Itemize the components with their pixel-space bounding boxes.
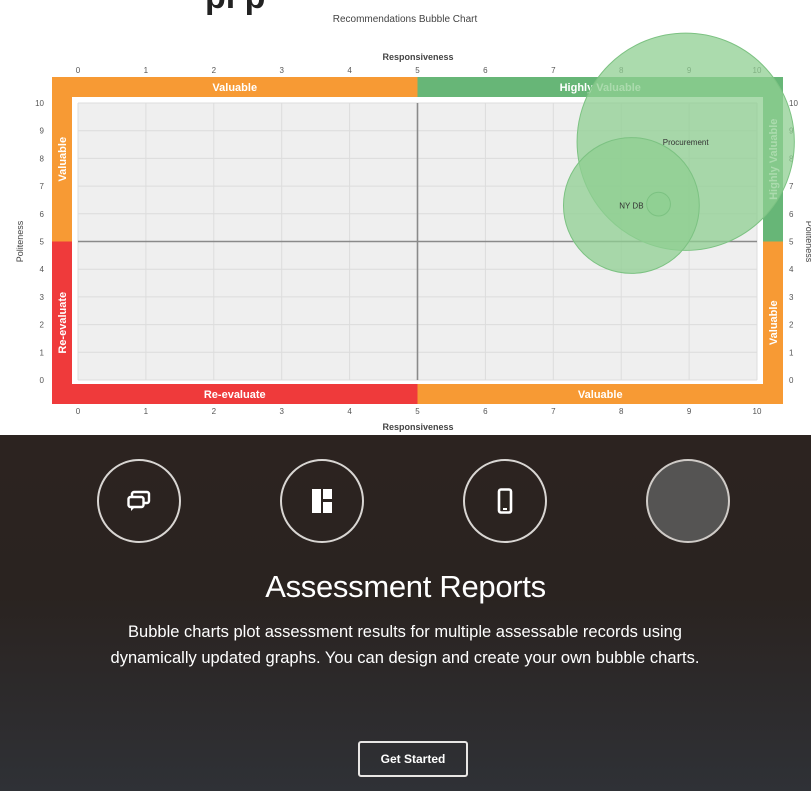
quadrant-label-left-upper: Valuable <box>57 137 69 182</box>
y-tick-label-left: 10 <box>35 99 44 108</box>
quadrant-label-bottom-right: Valuable <box>578 389 623 401</box>
y-tick-label-right: 3 <box>789 293 794 302</box>
x-tick-label-bottom: 0 <box>76 407 81 416</box>
y-tick-label-right: 4 <box>789 265 794 274</box>
x-tick-label-top: 5 <box>415 66 420 75</box>
x-tick-label-top: 1 <box>144 66 149 75</box>
quadrant-label-bottom-left: Re-evaluate <box>204 389 266 401</box>
y-axis-label-right: Politeness <box>804 221 811 263</box>
x-tick-label-bottom: 10 <box>753 407 762 416</box>
x-tick-label-top: 7 <box>551 66 556 75</box>
x-tick-label-top: 0 <box>76 66 81 75</box>
y-tick-label-right: 5 <box>789 238 794 247</box>
y-tick-label-right: 7 <box>789 182 794 191</box>
x-tick-label-top: 2 <box>212 66 217 75</box>
x-axis-label-bottom: Responsiveness <box>382 422 453 432</box>
x-tick-label-bottom: 8 <box>619 407 624 416</box>
quadrant-label-left-lower: Re-evaluate <box>57 292 69 354</box>
y-tick-label-left: 0 <box>40 376 45 385</box>
y-tick-label-left: 4 <box>40 265 45 274</box>
x-tick-label-bottom: 1 <box>144 407 149 416</box>
chart-section: pl p Recommendations Bubble Chart Responsi… <box>0 0 811 435</box>
y-axis-label: Politeness <box>15 220 25 262</box>
y-tick-label-left: 6 <box>40 210 45 219</box>
bubble-point <box>646 191 671 217</box>
page-title-partial: pl p <box>205 0 265 16</box>
y-tick-label-left: 3 <box>40 293 45 302</box>
promo-section: Assessment Reports Bubble charts plot as… <box>0 435 811 791</box>
y-tick-label-left: 9 <box>40 127 45 136</box>
y-tick-label-left: 7 <box>40 182 45 191</box>
x-tick-label-top: 4 <box>347 66 352 75</box>
x-axis-label-top: Responsiveness <box>382 52 453 62</box>
chat-icon[interactable] <box>97 459 181 543</box>
quadrant-label-top-left: Valuable <box>212 82 257 94</box>
description-text: Bubble charts plot assessment results fo… <box>110 623 700 667</box>
blank-icon[interactable] <box>646 459 730 543</box>
bubble-label: Procurement <box>663 138 710 147</box>
x-tick-label-bottom: 4 <box>347 407 352 416</box>
x-tick-label-top: 3 <box>279 66 284 75</box>
y-tick-label-right: 0 <box>789 376 794 385</box>
y-tick-label-right: 1 <box>789 348 794 357</box>
quadrant-label-right-lower: Valuable <box>768 300 780 345</box>
y-tick-label-right: 2 <box>789 321 794 330</box>
y-tick-label-right: 6 <box>789 210 794 219</box>
x-tick-label-bottom: 3 <box>279 407 284 416</box>
bubble-label: NY DB <box>619 201 643 210</box>
y-tick-label-left: 8 <box>40 154 45 163</box>
x-tick-label-bottom: 6 <box>483 407 488 416</box>
page-title: Assessment Reports <box>265 569 546 604</box>
y-tick-label-left: 5 <box>40 238 45 247</box>
x-tick-label-bottom: 7 <box>551 407 556 416</box>
chart-title: Recommendations Bubble Chart <box>333 14 478 25</box>
x-tick-label-bottom: 5 <box>415 407 420 416</box>
get-started-button[interactable]: Get Started <box>358 741 468 777</box>
y-tick-label-left: 1 <box>40 348 45 357</box>
y-tick-label-right: 10 <box>789 99 798 108</box>
mobile-icon[interactable] <box>463 459 547 543</box>
bubble-chart: pl p Recommendations Bubble Chart Responsi… <box>15 0 811 432</box>
y-tick-label-left: 2 <box>40 321 45 330</box>
x-tick-label-bottom: 9 <box>687 407 692 416</box>
x-tick-label-bottom: 2 <box>212 407 217 416</box>
layout-icon[interactable] <box>280 459 364 543</box>
x-tick-label-top: 6 <box>483 66 488 75</box>
